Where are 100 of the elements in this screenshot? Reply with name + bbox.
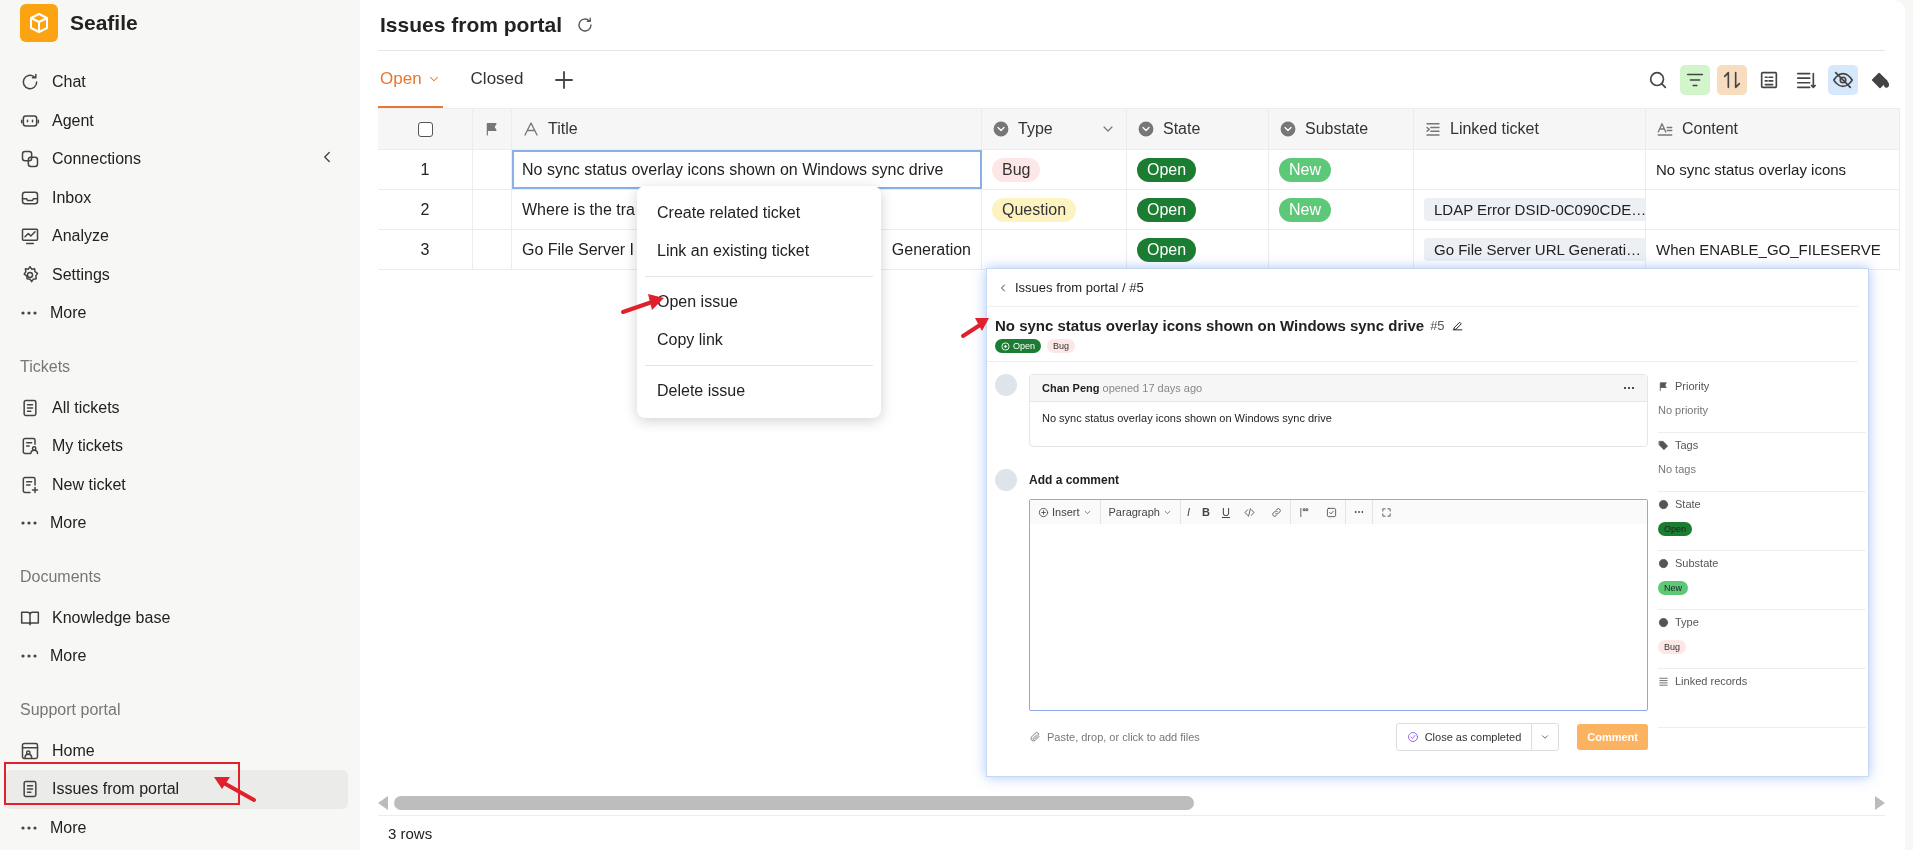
sidebar-item[interactable]: More [5, 294, 348, 333]
sidebar-item[interactable]: More [5, 504, 348, 543]
refresh-icon [576, 16, 595, 34]
title-cell[interactable]: No sync status overlay icons shown on Windows sync drive [512, 150, 982, 189]
tag: Open [1658, 522, 1693, 536]
sidebar-item[interactable]: My tickets [5, 427, 348, 466]
comment-editor[interactable]: Insert Paragraph I B U [1029, 499, 1648, 711]
more-dots-icon [1353, 509, 1364, 515]
tag: Bug [992, 157, 1041, 182]
select-circle-icon [1279, 120, 1297, 138]
sidebar-item[interactable]: Connections [5, 140, 348, 179]
title-text: Where is the tra [522, 200, 635, 219]
document-plus-icon [20, 474, 40, 495]
more-dots-icon [20, 653, 38, 660]
quote-icon [1298, 506, 1310, 518]
breadcrumb[interactable]: Issues from portal / #5 [1015, 280, 1144, 295]
detail-value: No priority [1658, 404, 1710, 416]
toolbar-button[interactable] [1717, 64, 1747, 95]
sidebar-item[interactable]: Analyze [5, 217, 348, 256]
format-button[interactable]: I [1180, 506, 1196, 518]
row-number: 2 [420, 200, 430, 219]
linked-ticket-chip[interactable]: Go File Server URL Generati… [1424, 238, 1645, 261]
editor-dropdown[interactable]: Paragraph [1100, 500, 1181, 524]
tag: Open [1137, 237, 1197, 262]
sidebar-item[interactable]: More [5, 808, 348, 847]
long-text-icon [1656, 120, 1674, 138]
sidebar-item[interactable]: Chat [5, 63, 348, 102]
tag: Bug [1658, 640, 1686, 654]
document-list-icon [20, 779, 40, 800]
toolbar-button[interactable] [1828, 64, 1858, 95]
refresh-button[interactable] [576, 16, 595, 34]
title-text: Generation [891, 240, 971, 259]
column-header: Title [548, 120, 578, 138]
comment-body: No sync status overlay icons shown on Windows sync drive [1042, 412, 1332, 424]
issue-number: #5 [1430, 318, 1445, 333]
sidebar-item[interactable]: Knowledge base [5, 598, 348, 637]
content-text: No sync status overlay icons [1656, 161, 1847, 178]
sidebar-item[interactable]: All tickets [5, 388, 348, 427]
list-icon [1658, 675, 1669, 687]
sidebar-item[interactable]: New ticket [5, 465, 348, 504]
linked-ticket-chip[interactable]: LDAP Error DSID-0C090CDE… [1424, 198, 1645, 221]
row-number: 1 [420, 160, 430, 179]
detail-label: State [1675, 498, 1701, 510]
tag: New [1279, 157, 1331, 182]
select-circle-icon [992, 120, 1010, 138]
flag-icon [1658, 380, 1669, 392]
sidebar-item[interactable]: Inbox [5, 178, 348, 217]
chevron-down-icon [1540, 732, 1551, 742]
menu-item[interactable]: Create related ticket [637, 194, 881, 232]
fullscreen-icon [1380, 506, 1392, 518]
toolbar-button[interactable] [1680, 64, 1710, 95]
sidebar-item[interactable]: Settings [5, 255, 348, 294]
logo-icon [20, 4, 58, 42]
content-text: When ENABLE_GO_FILESERVE [1656, 241, 1881, 258]
menu-item[interactable]: Copy link [637, 321, 881, 359]
column-header: Type [1018, 120, 1053, 138]
tag: Question [992, 197, 1077, 222]
detail-label: Priority [1675, 380, 1710, 392]
detail-label: Linked records [1675, 675, 1748, 687]
check-circle-icon [1406, 731, 1419, 743]
format-button[interactable]: U [1215, 506, 1236, 518]
close-completed-button[interactable]: Close as completed [1395, 723, 1560, 751]
avatar [995, 374, 1017, 396]
scrollbar-thumb[interactable] [394, 796, 1194, 810]
section-title: Support portal [19, 699, 122, 720]
document-person-icon [20, 436, 40, 457]
page-title: Issues from portal [380, 13, 563, 37]
view-tab[interactable]: Closed [468, 51, 526, 108]
select-all-checkbox[interactable] [417, 121, 433, 137]
comment-meta: Chan Peng opened 17 days ago [1042, 382, 1203, 394]
sidebar-item[interactable]: Issues from portal [5, 770, 348, 809]
flag-icon [484, 121, 500, 137]
detail-value: No tags [1658, 463, 1697, 475]
row-count: 3 rows [388, 824, 433, 842]
editor-dropdown[interactable]: Insert [1030, 500, 1101, 524]
menu-item[interactable]: Delete issue [637, 372, 881, 410]
menu-item[interactable]: Link an existing ticket [637, 232, 881, 270]
detail-label: Type [1675, 616, 1699, 628]
text-type-icon [522, 120, 540, 138]
pencil-icon [1450, 319, 1464, 332]
more-dots-icon [20, 520, 38, 527]
select-circle-icon [1658, 498, 1669, 510]
sidebar-item[interactable]: Home [5, 731, 348, 770]
column-header: Linked ticket [1450, 120, 1539, 138]
attach-hint[interactable]: Paste, drop, or click to add files [1047, 731, 1200, 743]
tag: Open [1137, 197, 1197, 222]
code-icon [1243, 506, 1255, 518]
chart-monitor-icon [20, 226, 40, 247]
link-list-icon [1424, 120, 1442, 138]
title-text: No sync status overlay icons shown on Windows sync drive [522, 160, 944, 179]
link-squares-icon [20, 149, 40, 170]
more-dots-icon [1623, 385, 1635, 391]
title-text: Go File Server I [522, 240, 635, 259]
section-title: Tickets [19, 356, 72, 377]
detail-label: Tags [1675, 439, 1699, 451]
portal-icon [20, 740, 40, 761]
sidebar-item[interactable]: More [5, 637, 348, 676]
more-dots-icon [20, 824, 38, 831]
sidebar-item[interactable]: Agent [5, 101, 348, 140]
format-button[interactable]: B [1195, 506, 1216, 518]
